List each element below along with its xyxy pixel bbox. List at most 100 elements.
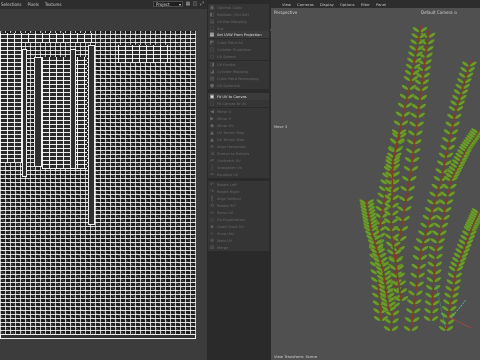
command-icon: ▣ <box>209 93 215 100</box>
command-icon: ◇ <box>210 216 214 223</box>
command-item[interactable]: ▧ Cubic Paint Remapping <box>208 75 269 82</box>
command-item[interactable]: ▦ Set UVW From Projection <box>208 31 269 38</box>
command-label: Straighten UV <box>217 165 243 170</box>
command-icon: ▶ <box>210 115 214 122</box>
command-icon: ⊕ <box>209 237 215 244</box>
3d-viewport[interactable]: View Cameras Display Options Filter Pane… <box>271 0 480 360</box>
command-icon: ◨ <box>209 61 215 68</box>
uv-island <box>88 45 95 225</box>
menu-textures[interactable]: Textures <box>45 2 62 7</box>
command-label: Realistic (Old Set) <box>217 12 250 17</box>
command-item[interactable]: ≡ Align Horizontal <box>208 143 269 150</box>
command-icon: ● <box>209 82 215 89</box>
command-label: UV Spherical <box>217 83 240 88</box>
uv-island <box>34 57 42 167</box>
command-label: UV Sphere <box>217 54 236 59</box>
command-item[interactable]: ▲ UV Terrain Map <box>208 129 269 136</box>
uv-menubar: Selections Pixels Textures <box>0 0 62 8</box>
command-label: Equalize UV <box>217 172 239 177</box>
command-item[interactable]: ⇲ Stretch to Extents <box>208 150 269 157</box>
command-item[interactable]: ≈ Relax UV <box>208 209 269 216</box>
menu-pixels[interactable]: Pixels <box>28 2 39 7</box>
command-icon: ≈ <box>209 209 215 216</box>
command-label: Stretch to Extents <box>217 151 250 156</box>
command-label: Mirror U <box>217 109 232 114</box>
command-item[interactable]: ▤ UV Box Mapping <box>208 18 269 25</box>
command-icon: ║ <box>210 195 214 202</box>
command-label: Mirror V <box>217 116 232 121</box>
project-dropdown-value: Project <box>156 2 170 7</box>
command-item[interactable]: ○ UV Sphere <box>208 53 269 60</box>
command-item[interactable]: ═ Equalize UV <box>208 171 269 178</box>
command-item[interactable]: ◆ Mirror UV <box>208 122 269 129</box>
command-item[interactable]: ⊞ Merge <box>208 244 269 251</box>
command-item[interactable]: ⊕ Weld UV <box>208 237 269 244</box>
command-item[interactable]: ↷ Rotate Right <box>208 188 269 195</box>
command-icon: ⇌ <box>209 157 215 164</box>
command-icon: │ <box>210 164 214 171</box>
command-item[interactable]: ▣ Optimal Cubic <box>208 4 269 11</box>
command-icon: ⇲ <box>209 150 215 157</box>
maximize-icon[interactable]: ⤢ <box>199 1 205 7</box>
command-item[interactable]: ◈ Quad Chart UV <box>208 223 269 230</box>
command-icon: ◆ <box>210 122 214 129</box>
command-label: Cubic Paint Remapping <box>217 76 259 81</box>
camera-label[interactable]: Default Camera ⊙ <box>421 10 457 15</box>
command-icon: ▤ <box>209 18 215 25</box>
command-icon: ◧ <box>209 11 215 18</box>
command-item[interactable]: ⊹ Snap UVs <box>208 230 269 237</box>
command-item[interactable]: ↶ Rotate Left <box>208 181 269 188</box>
command-item[interactable]: ▶ Mirror V <box>208 115 269 122</box>
uv-command-list: ▣ Optimal Cubic ◧ Realistic (Old Set) ▤ UV Bo… <box>207 0 275 360</box>
command-label: UV Terrain Map <box>217 130 245 135</box>
command-icon: ◈ <box>210 223 214 230</box>
command-item[interactable]: ◨ UV Frontal <box>208 61 269 68</box>
project-dropdown[interactable]: Project ▾ <box>153 1 183 7</box>
menu-panel[interactable]: Panel <box>376 2 386 7</box>
command-item[interactable]: ▲ UV Terrain Map <box>208 136 269 143</box>
uv-toolbar: Selections Pixels Textures Project ▾ ▦ ◫… <box>0 0 207 9</box>
command-item[interactable]: ◪ Cylinder Mapping <box>208 68 269 75</box>
uv-island <box>0 33 95 43</box>
command-item[interactable]: ◩ Cubic Paint All <box>208 39 269 46</box>
command-label: Quad Chart UV <box>217 224 244 229</box>
command-item[interactable]: ◫ Cylinder Projection <box>208 46 269 53</box>
command-label: Rotate Left <box>217 182 237 187</box>
command-item[interactable]: ║ Align Vertical <box>208 195 269 202</box>
command-label: Merge <box>217 245 229 250</box>
uv-island <box>70 49 76 169</box>
viewport-canvas[interactable] <box>271 0 480 360</box>
uv-island <box>0 43 22 163</box>
menu-cameras[interactable]: Cameras <box>297 2 314 7</box>
menu-filter[interactable]: Filter <box>361 2 370 7</box>
menu-display[interactable]: Display <box>320 2 334 7</box>
view-transform-label: View Transform: Scene <box>274 354 318 359</box>
command-icon: ▲ <box>210 129 214 136</box>
menu-options[interactable]: Options <box>340 2 355 7</box>
uv-canvas[interactable] <box>0 9 207 360</box>
layers-icon[interactable]: ◫ <box>192 1 198 7</box>
command-item[interactable]: ⇌ Unstretch UV <box>208 157 269 164</box>
command-item[interactable]: ◀ Mirror U <box>208 108 269 115</box>
command-label: Relax UV <box>217 210 234 215</box>
command-item[interactable]: ⟲ Rotate 90° <box>208 202 269 209</box>
uv-mesh-area[interactable] <box>0 31 196 339</box>
command-label: Box <box>217 26 224 31</box>
command-item[interactable]: ◧ Realistic (Old Set) <box>208 11 269 18</box>
command-item[interactable]: ◇ Fix Equalization <box>208 216 269 223</box>
menu-selections[interactable]: Selections <box>1 2 22 7</box>
command-icon: ▢ <box>209 100 215 107</box>
command-label: Align Horizontal <box>217 144 246 149</box>
command-item[interactable]: │ Straighten UV <box>208 164 269 171</box>
command-label: Cylinder Mapping <box>217 69 249 74</box>
command-item[interactable]: ● UV Spherical <box>208 82 269 89</box>
uv-island <box>22 49 27 177</box>
command-icon: ◀ <box>210 108 214 115</box>
menu-view[interactable]: View <box>282 2 291 7</box>
command-item[interactable]: ▢ Fit Canvas to UV <box>208 100 269 107</box>
command-item[interactable]: ▣ Fit UV to Canvas <box>208 93 269 100</box>
command-label: Fit Canvas to UV <box>217 101 247 106</box>
viewport-background <box>271 8 480 360</box>
grid-icon[interactable]: ▦ <box>185 1 191 7</box>
command-label: Fix Equalization <box>217 217 246 222</box>
